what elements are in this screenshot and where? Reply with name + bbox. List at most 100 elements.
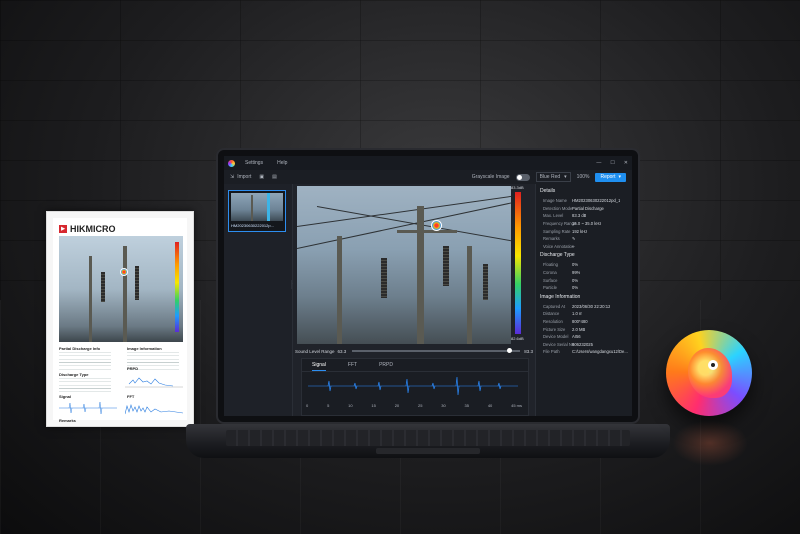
detail-key: Device Serial No.	[543, 341, 576, 347]
save-button[interactable]: ▣	[259, 174, 264, 180]
detail-row: Remarks ✎	[540, 235, 628, 243]
detail-row: Corona 99%	[540, 269, 628, 277]
insulator	[135, 266, 139, 300]
report-button[interactable]: Report ▾	[595, 172, 626, 182]
insulator	[101, 272, 105, 302]
save-icon: ▣	[259, 174, 265, 180]
zoom-level: 100%	[576, 174, 590, 180]
detail-row: Device Model AI56	[540, 333, 628, 341]
pylon	[337, 236, 342, 344]
detail-row: Image Name HM20230630222012pd_1	[540, 197, 628, 205]
sound-level-slider[interactable]	[352, 348, 521, 353]
detail-row: Particle 0%	[540, 284, 628, 292]
viewer-panel: 83.3dB 82.6dB Sound Level Range 63.3 83.…	[293, 184, 535, 416]
chevron-down-icon: ▾	[564, 174, 567, 180]
scale-max-label: 83.3dB	[511, 185, 524, 190]
report-section-title: Signal	[59, 394, 72, 399]
detail-key: Picture Size	[543, 326, 566, 332]
maximize-icon[interactable]: ☐	[610, 160, 614, 166]
report-label: Report	[600, 174, 616, 180]
detail-key: Sampling Rate	[543, 228, 571, 234]
details-title: Details	[540, 188, 556, 194]
waveform-tabs: Signal FFT PRPD	[302, 359, 528, 372]
hotspot-marker-icon	[120, 268, 128, 276]
detail-value: 0%	[572, 262, 579, 268]
sound-level-min: 63.3	[337, 348, 347, 354]
detail-key: Corona	[543, 270, 557, 276]
detail-value: 2023/06/30 22:20:12	[572, 303, 611, 309]
detail-value: HM20230630222012pd_1	[572, 198, 621, 204]
detail-key: Distance	[543, 311, 560, 317]
detail-row: Distance 1.0 m	[540, 310, 628, 318]
discharge-type-title: Discharge Type	[540, 252, 575, 259]
app-body: HM20230630222012p... ‹	[224, 184, 632, 416]
menu-help[interactable]: Help	[277, 160, 287, 166]
axis-tick: 20	[394, 403, 400, 408]
file-list-panel: HM20230630222012p... ‹	[224, 184, 296, 416]
pylon	[467, 246, 472, 344]
detail-row: Device Serial No. 906232025	[540, 341, 628, 349]
insulator	[381, 258, 387, 298]
report-section-title: Remarks	[59, 418, 76, 423]
report-printout: ▶ HIKMICRO Partial Discharge Info Image …	[46, 211, 194, 427]
detail-value[interactable]: ✎	[572, 236, 576, 241]
slider-handle[interactable]	[506, 348, 512, 353]
detail-row: Sampling Rate 192 kHz	[540, 227, 628, 235]
sound-level-max: 83.3	[524, 348, 533, 354]
axis-tick: 35	[464, 403, 469, 408]
report-text-lines	[59, 378, 111, 392]
signal-waveform	[308, 376, 518, 396]
details-panel: Details Image Name HM20230630222012pd_1 De…	[535, 184, 632, 416]
detail-key: Image Name	[543, 198, 567, 204]
toolbar: ⇲ Import ▣ ▤ Grayscale Image Blue Red ▾ …	[224, 170, 632, 185]
report-thermal-image	[59, 236, 183, 342]
axis-tick: 30	[441, 403, 446, 408]
detail-row: Resolution 800*480	[540, 318, 628, 326]
detail-value: 0%	[572, 277, 579, 283]
detail-value: --	[572, 243, 575, 249]
detail-key: Detection Mode	[543, 205, 573, 211]
detail-value: 99%	[572, 270, 581, 276]
detail-value: AI56	[572, 334, 581, 340]
detail-row: Frequency Range 15.0 ~ 35.0 kHz	[540, 220, 628, 228]
keyboard	[226, 430, 630, 446]
export-image-button[interactable]: ▤	[272, 174, 277, 180]
tab-signal[interactable]: Signal	[312, 362, 326, 371]
detail-value: 2.0 MB	[572, 326, 586, 332]
detail-value: 192 kHz	[572, 228, 588, 234]
detail-key: Particle	[543, 285, 557, 291]
axis-tick: 0	[306, 403, 309, 408]
detail-value: 906232025	[572, 341, 593, 347]
hotspot-marker-icon	[431, 220, 442, 231]
pylon	[417, 206, 424, 344]
axis-tick: 5	[327, 403, 330, 408]
thumbnail-label: HM20230630222012p...	[231, 223, 274, 228]
detail-value: C:/Users/wangdangxu12/De...	[572, 349, 628, 355]
axis-tick: 15	[371, 403, 376, 408]
grayscale-toggle[interactable]	[515, 173, 530, 181]
detail-row: Surface 0%	[540, 276, 628, 284]
pylon	[267, 193, 270, 221]
brand-name: HIKMICRO	[70, 224, 116, 234]
import-button[interactable]: ⇲ Import	[230, 174, 251, 180]
axis-tick: 45 ms	[511, 403, 522, 408]
detail-row: Voice Annotation --	[540, 243, 628, 251]
tab-fft[interactable]: FFT	[348, 362, 357, 371]
tab-prpd[interactable]: PRPD	[379, 362, 393, 371]
close-icon[interactable]: ✕	[624, 160, 628, 166]
palette-select[interactable]: Blue Red ▾	[535, 172, 571, 182]
laptop-screen: Settings Help — ☐ ✕ ⇲ Import ▣ ▤ Graysca…	[224, 156, 632, 416]
detail-key: Floating	[543, 262, 558, 268]
image-thumbnail[interactable]: HM20230630222012p...	[228, 190, 286, 232]
axis-tick: 10	[348, 403, 353, 408]
detail-value: 15.0 ~ 35.0 kHz	[572, 221, 602, 227]
app-3d-logo-icon	[666, 330, 752, 416]
laptop-base	[186, 424, 670, 458]
minimize-icon[interactable]: —	[596, 160, 601, 166]
report-prpd-chart	[125, 377, 183, 388]
waveform-panel: Signal FFT PRPD 0 5 10 15 20 25 30 35 40…	[301, 358, 529, 416]
image-info-list: Captured At 2023/06/30 22:20:12 Distance 1.…	[540, 303, 628, 356]
detail-row: Detection Mode Partial Discharge	[540, 205, 628, 213]
menu-settings[interactable]: Settings	[245, 160, 263, 166]
detail-value: 0%	[572, 285, 579, 291]
